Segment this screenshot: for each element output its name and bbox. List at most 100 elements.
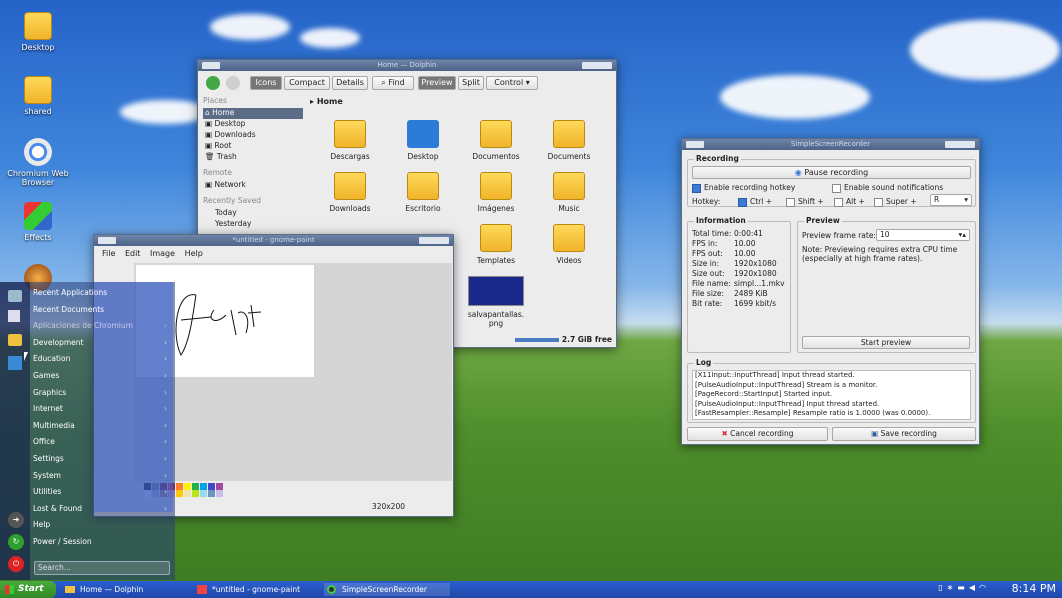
start-button[interactable]: Start (0, 581, 56, 598)
file-item[interactable]: Videos (534, 224, 604, 265)
file-item[interactable]: Templates (461, 224, 531, 265)
control-button[interactable]: Control ▾ (486, 76, 538, 90)
enable-sound-checkbox[interactable] (832, 183, 841, 193)
start-menu-item[interactable]: Aplicaciones de Chromium › (33, 318, 173, 334)
start-menu-item[interactable]: System › (33, 468, 173, 484)
place-desktop[interactable]: ▣ Desktop (203, 119, 303, 130)
color-swatch[interactable] (184, 483, 191, 490)
file-item[interactable]: Desktop (388, 120, 458, 161)
desktop-icon-shared[interactable]: shared (3, 76, 73, 116)
title-bar[interactable]: Home — Dolphin (198, 60, 616, 71)
recent-yesterday[interactable]: Yesterday (203, 219, 303, 230)
color-swatch[interactable] (200, 490, 207, 497)
file-item[interactable]: Descargas (315, 120, 385, 161)
color-swatch[interactable] (208, 490, 215, 497)
search-input[interactable]: Search... (34, 561, 170, 575)
alt-checkbox[interactable] (834, 197, 843, 207)
chromium-icon (24, 138, 52, 166)
refresh-icon[interactable]: ↻ (8, 534, 24, 550)
title-bar[interactable]: SimpleScreenRecorder (682, 139, 979, 150)
compact-view-button[interactable]: Compact (284, 76, 330, 90)
clipboard-icon[interactable]: ▯ (938, 583, 946, 592)
file-item[interactable]: Music (534, 172, 604, 213)
start-menu-item[interactable]: Internet › (33, 401, 173, 417)
start-menu-item[interactable]: Graphics › (33, 385, 173, 401)
menu-file[interactable]: File (102, 249, 115, 258)
start-menu-item[interactable]: Development › (33, 335, 173, 351)
icons-view-button[interactable]: Icons (250, 76, 282, 90)
start-menu-item[interactable]: Settings › (33, 451, 173, 467)
split-button[interactable]: Split (458, 76, 484, 90)
desktop-icon-desktop[interactable]: Desktop (3, 12, 73, 52)
key-select[interactable]: R ▾ (930, 194, 972, 206)
save-recording-button[interactable]: ▣ Save recording (832, 427, 976, 441)
start-menu-item[interactable]: Lost & Found › (33, 501, 173, 517)
logout-icon[interactable]: ➜ (8, 512, 24, 528)
place-root[interactable]: ▣ Root (203, 141, 303, 152)
power-icon[interactable]: ⏻ (8, 556, 24, 572)
breadcrumb[interactable]: ▸ Home (310, 97, 343, 106)
file-item[interactable]: Documents (534, 120, 604, 161)
color-swatch[interactable] (192, 483, 199, 490)
log-view[interactable]: [X11Input::InputThread] Input thread sta… (692, 370, 971, 420)
desktop-icon-effects[interactable]: Effects (3, 202, 73, 242)
title-bar[interactable]: *untitled - gnome-paint (94, 235, 453, 246)
back-icon[interactable] (206, 76, 220, 90)
recent-today[interactable]: Today (203, 208, 303, 219)
file-item[interactable]: Documentos (461, 120, 531, 161)
task-paint[interactable]: *untitled - gnome-paint (194, 583, 320, 596)
file-item[interactable]: Escritorio (388, 172, 458, 213)
ctrl-checkbox[interactable] (738, 197, 747, 207)
color-swatch[interactable] (176, 490, 183, 497)
cancel-recording-button[interactable]: ✖ Cancel recording (687, 427, 828, 441)
start-preview-button[interactable]: Start preview (802, 336, 970, 349)
super-checkbox[interactable] (874, 197, 883, 207)
color-swatch[interactable] (208, 483, 215, 490)
start-menu-item[interactable]: Office › (33, 434, 173, 450)
preview-button[interactable]: Preview (418, 76, 456, 90)
clock[interactable]: 8:14 PM (1012, 582, 1056, 595)
color-swatch[interactable] (216, 490, 223, 497)
start-menu-item[interactable]: Help (33, 517, 173, 533)
enable-hotkey-checkbox[interactable] (692, 183, 701, 193)
start-menu-item[interactable]: Education › (33, 351, 173, 367)
place-trash[interactable]: 🗑 Trash (203, 152, 303, 163)
file-item[interactable]: Imágenes (461, 172, 531, 213)
menu-help[interactable]: Help (185, 249, 203, 258)
forward-icon[interactable] (226, 76, 240, 90)
start-menu-item[interactable]: Recent Applications (33, 285, 173, 301)
place-downloads[interactable]: ▣ Downloads (203, 130, 303, 141)
frame-rate-spinbox[interactable]: 10 ▾▴ (876, 229, 970, 241)
hotkey-keys-row: Hotkey: Ctrl + Shift + Alt + Super + R ▾ (692, 194, 972, 207)
start-menu-item[interactable]: Power / Session (33, 534, 173, 550)
start-menu-item[interactable]: Games › (33, 368, 173, 384)
color-swatch[interactable] (176, 483, 183, 490)
find-button[interactable]: ⌕ Find (372, 76, 414, 90)
color-swatch[interactable] (184, 490, 191, 497)
start-menu-item[interactable]: Multimedia › (33, 418, 173, 434)
menu-image[interactable]: Image (150, 249, 175, 258)
color-swatch[interactable] (192, 490, 199, 497)
color-swatch[interactable] (200, 483, 207, 490)
start-menu-item[interactable]: Recent Documents (33, 302, 173, 318)
ssr-window[interactable]: SimpleScreenRecorder Recording ◉ Pause r… (681, 138, 980, 445)
bluetooth-icon[interactable]: ∗ (947, 583, 958, 592)
color-swatch[interactable] (216, 483, 223, 490)
file-item[interactable]: salvapantallas. png (461, 276, 531, 328)
shift-checkbox[interactable] (786, 197, 795, 207)
place-network[interactable]: ▣ Network (203, 180, 303, 191)
battery-icon[interactable]: ▬ (957, 583, 969, 592)
place-home[interactable]: ⌂ Home (203, 108, 303, 119)
start-menu-item[interactable]: Utilities › (33, 484, 173, 500)
menu-edit[interactable]: Edit (125, 249, 141, 258)
pause-recording-button[interactable]: ◉ Pause recording (692, 166, 971, 179)
desktop-icon-chromium[interactable]: Chromium Web Browser (3, 138, 73, 187)
file-item[interactable]: Downloads (315, 172, 385, 213)
network-icon[interactable]: ◠ (979, 583, 990, 592)
recording-group: Recording ◉ Pause recording Enable recor… (687, 154, 976, 207)
details-view-button[interactable]: Details (332, 76, 368, 90)
task-dolphin[interactable]: Home — Dolphin (62, 583, 188, 596)
volume-icon[interactable]: ◀ (969, 583, 979, 592)
info-row: Bit rate: 1699 kbit/s (692, 299, 777, 308)
task-ssr[interactable]: SimpleScreenRecorder (324, 583, 450, 596)
